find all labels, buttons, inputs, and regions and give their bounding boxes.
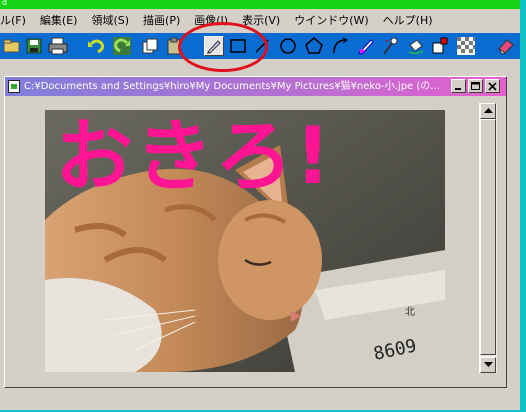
menu-help[interactable]: ヘルプ(H): [376, 11, 440, 31]
bucket-icon[interactable]: [406, 36, 426, 56]
document-window: C:¥Documents and Settings¥hiro¥My Docume…: [4, 76, 507, 388]
annotation-circle: [178, 22, 268, 72]
app-title: d: [2, 0, 8, 7]
menu-region[interactable]: 領域(S): [84, 11, 136, 31]
menubar: ル(F) 編集(E) 領域(S) 描画(P) 画像(I) 表示(V) ウインドウ…: [0, 10, 520, 32]
document-titlebar[interactable]: C:¥Documents and Settings¥hiro¥My Docume…: [5, 77, 506, 96]
menu-edit[interactable]: 編集(E): [33, 11, 85, 31]
document-title: C:¥Documents and Settings¥hiro¥My Docume…: [24, 81, 440, 92]
app-titlebar[interactable]: d: [0, 0, 520, 9]
pattern-icon[interactable]: [456, 36, 476, 56]
arrow-up-icon: [483, 108, 493, 113]
cat-photo[interactable]: 8609 北 おきろ!: [45, 110, 445, 372]
minimize-button[interactable]: [451, 79, 466, 93]
save-icon[interactable]: [24, 36, 44, 56]
close-button[interactable]: [485, 79, 500, 93]
app-window: d ル(F) 編集(E) 領域(S) 描画(P) 画像(I) 表示(V) ウイン…: [0, 0, 526, 412]
print-icon[interactable]: [48, 36, 68, 56]
vertical-scrollbar[interactable]: [479, 103, 497, 373]
fill-icon[interactable]: [356, 36, 376, 56]
overlay-text: おきろ!: [55, 112, 333, 202]
spray-icon[interactable]: [380, 36, 400, 56]
menu-file[interactable]: ル(F): [0, 11, 33, 31]
redo-icon[interactable]: [112, 36, 132, 56]
close-icon: [488, 81, 497, 91]
arrow-down-icon: [483, 362, 493, 367]
svg-text:北: 北: [405, 306, 415, 318]
minimize-icon: [455, 87, 461, 90]
shape-select-icon[interactable]: [430, 36, 450, 56]
undo-icon[interactable]: [86, 36, 106, 56]
document-icon: [8, 80, 20, 93]
scroll-thumb[interactable]: [480, 119, 496, 355]
maximize-icon: [471, 81, 480, 90]
eraser-icon[interactable]: [496, 36, 516, 56]
curve-icon[interactable]: [330, 36, 350, 56]
open-icon[interactable]: [2, 36, 22, 56]
ellipse-icon[interactable]: [278, 36, 298, 56]
scroll-down-button[interactable]: [480, 357, 496, 373]
scroll-up-button[interactable]: [480, 103, 496, 119]
menu-draw[interactable]: 描画(P): [136, 11, 187, 31]
maximize-button[interactable]: [468, 79, 483, 93]
copy-icon[interactable]: [140, 36, 160, 56]
polygon-icon[interactable]: [304, 36, 324, 56]
menu-window[interactable]: ウインドウ(W): [287, 11, 375, 31]
